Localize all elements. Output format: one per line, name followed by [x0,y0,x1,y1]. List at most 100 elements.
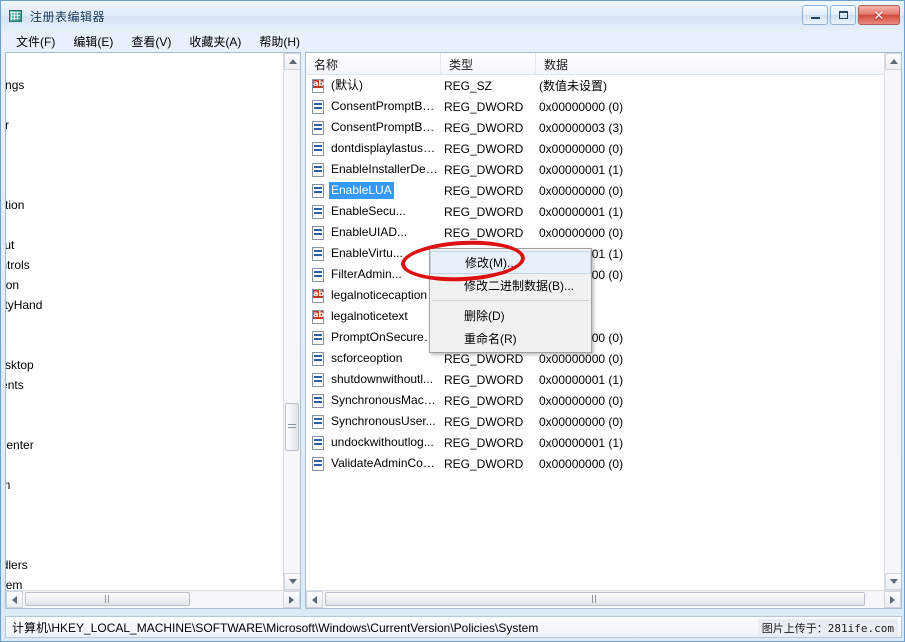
tree-hscroll-thumb[interactable] [25,592,190,606]
tree-item[interactable]: OptimalLayout [6,235,283,255]
cell-name: shutdownwithoutl... [306,371,441,388]
cell-data: 0x00000000 (0) [536,394,881,408]
tree-item[interactable]: Internet Settings [6,75,283,95]
tree-item[interactable]: NonEnum [6,475,283,495]
table-row[interactable]: ConsentPromptBe...REG_DWORD0x00000000 (0… [306,96,884,117]
cell-name: ValidateAdminCod... [306,455,441,472]
table-row[interactable]: SynchronousUser...REG_DWORD0x00000000 (0… [306,411,884,432]
table-row[interactable]: EnableSecu...REG_DWORD0x00000001 (1) [306,201,884,222]
tree-scroll-down-button[interactable] [284,573,301,590]
value-name: scforceoption [329,350,404,367]
tree-scroll-right-button[interactable] [283,591,300,608]
tree-item[interactable]: Explorer [6,395,283,415]
table-row[interactable]: scforceoption REG_DWORD0x00000000 (0) [306,348,884,369]
tree-scroll-area: InstallerInternet SettingsMCTMedia Cente… [6,53,283,590]
table-row[interactable]: ConsentPromptBe...REG_DWORD0x00000003 (3… [306,117,884,138]
tree-scroll-left-button[interactable] [6,591,23,608]
tree-item[interactable]: OEMInformation [6,195,283,215]
table-row[interactable]: legalnoticecaptionREG_SZ [306,285,884,306]
tree-item[interactable]: MMDevices [6,135,283,155]
tree-item[interactable]: Media Center [6,115,283,135]
menu-view[interactable]: 查看(V) [122,31,180,52]
tree-item[interactable]: Network [6,455,283,475]
table-row[interactable]: EnableInstallerDet...REG_DWORD0x00000001… [306,159,884,180]
column-header-data[interactable]: 数据 [536,53,881,75]
tree-vertical-scrollbar[interactable] [283,53,300,590]
registry-tree-pane: InstallerInternet SettingsMCTMedia Cente… [5,52,301,609]
maximize-button[interactable] [830,5,856,25]
tree-horizontal-scrollbar[interactable] [6,590,300,608]
close-button[interactable]: ✕ [858,5,900,25]
list-scroll-up-button[interactable] [885,53,902,70]
list-vertical-scrollbar[interactable] [884,53,901,590]
list-hscroll-thumb[interactable] [325,592,865,606]
tree-item[interactable]: Personalization [6,275,283,295]
tree-item[interactable]: MSSHA [6,155,283,175]
list-scroll-down-button[interactable] [885,573,902,590]
tree-item[interactable]: PreviewHandlers [6,555,283,575]
list-scroll-right-button[interactable] [884,591,901,608]
dword-value-icon [310,372,327,388]
status-path: 计算机\HKEY_LOCAL_MACHINE\SOFTWARE\Microsof… [6,619,538,636]
registry-icon [8,8,24,24]
minimize-icon [811,17,820,19]
dword-value-icon [310,246,327,262]
dword-value-icon [310,456,327,472]
cell-type: REG_DWORD [441,163,536,177]
column-header-name[interactable]: 名称 [306,53,441,75]
tree-item[interactable]: UIPI [6,535,283,555]
tree-item[interactable]: Attachments [6,375,283,395]
tree-item[interactable]: PhotoPropertyHand [6,295,283,315]
table-row[interactable]: FilterAdmin...REG_DWORD0x00000000 (0) [306,264,884,285]
tree-item[interactable]: System [6,515,283,535]
table-row[interactable]: ValidateAdminCod...REG_DWORD0x00000000 (… [306,453,884,474]
table-row[interactable]: PromptOnSecureD...REG_DWORD0x00000000 (0… [306,327,884,348]
tree-item[interactable]: MobilityCenter [6,435,283,455]
tree-scroll-thumb[interactable] [285,403,299,451]
table-row[interactable]: SynchronousMach...REG_DWORD0x00000000 (0… [306,390,884,411]
table-row[interactable]: (默认)REG_SZ(数值未设置) [306,75,884,96]
list-horizontal-scrollbar[interactable] [306,590,901,608]
tree-item[interactable]: PnPSysprep [6,315,283,335]
table-row[interactable]: dontdisplaylastuse...REG_DWORD0x00000000… [306,138,884,159]
tree-item[interactable]: NetCache [6,175,283,195]
cell-name: dontdisplaylastuse... [306,140,441,157]
tree-item[interactable]: Ratings [6,495,283,515]
context-menu-item[interactable]: 修改二进制数据(B)... [430,274,591,297]
table-row[interactable]: undockwithoutlog...REG_DWORD0x00000001 (… [306,432,884,453]
menu-edit[interactable]: 编辑(E) [64,31,122,52]
menu-favorites[interactable]: 收藏夹(A) [180,31,250,52]
tree-item[interactable]: Ext [6,415,283,435]
tree-item[interactable]: OOBE [6,215,283,235]
table-row[interactable]: legalnoticetextREG_SZ [306,306,884,327]
chevron-left-icon [12,596,17,604]
cell-name: legalnoticecaption [306,287,441,304]
table-row[interactable]: shutdownwithoutl...REG_DWORD0x00000001 (… [306,369,884,390]
table-row[interactable]: EnableUIAD...REG_DWORD0x00000000 (0) [306,222,884,243]
minimize-button[interactable] [802,5,828,25]
cell-type: REG_DWORD [441,352,536,366]
context-menu-item[interactable]: 删除(D) [430,304,591,327]
context-menu-item[interactable]: 修改(M)... [430,251,591,274]
menu-file[interactable]: 文件(F) [7,31,64,52]
tree-item[interactable]: Installer [6,55,283,75]
cell-type: REG_DWORD [441,394,536,408]
close-icon: ✕ [874,9,885,22]
value-context-menu: 修改(M)...修改二进制数据(B)... 删除(D)重命名(R) [429,248,592,353]
cell-data: 0x00000000 (0) [536,352,881,366]
tree-scroll-up-button[interactable] [284,53,301,70]
menu-help[interactable]: 帮助(H) [250,31,309,52]
column-header-type[interactable]: 类型 [441,53,536,75]
list-scroll-left-button[interactable] [306,591,323,608]
tree-item[interactable]: PropertySystem [6,575,283,590]
context-menu-item[interactable]: 重命名(R) [430,327,591,350]
table-row[interactable]: EnableVirtu...REG_DWORD0x00000001 (1) [306,243,884,264]
table-row[interactable]: EnableLUAREG_DWORD0x00000000 (0) [306,180,884,201]
tree-item[interactable]: Policies [6,335,283,355]
tree-item[interactable]: Parental Controls [6,255,283,275]
tree-item[interactable]: MCT [6,95,283,115]
tree-item[interactable]: ActiveDesktop [6,355,283,375]
client-area: InstallerInternet SettingsMCTMedia Cente… [5,52,902,609]
value-name: undockwithoutlog... [329,434,436,451]
cell-name: legalnoticetext [306,308,441,325]
